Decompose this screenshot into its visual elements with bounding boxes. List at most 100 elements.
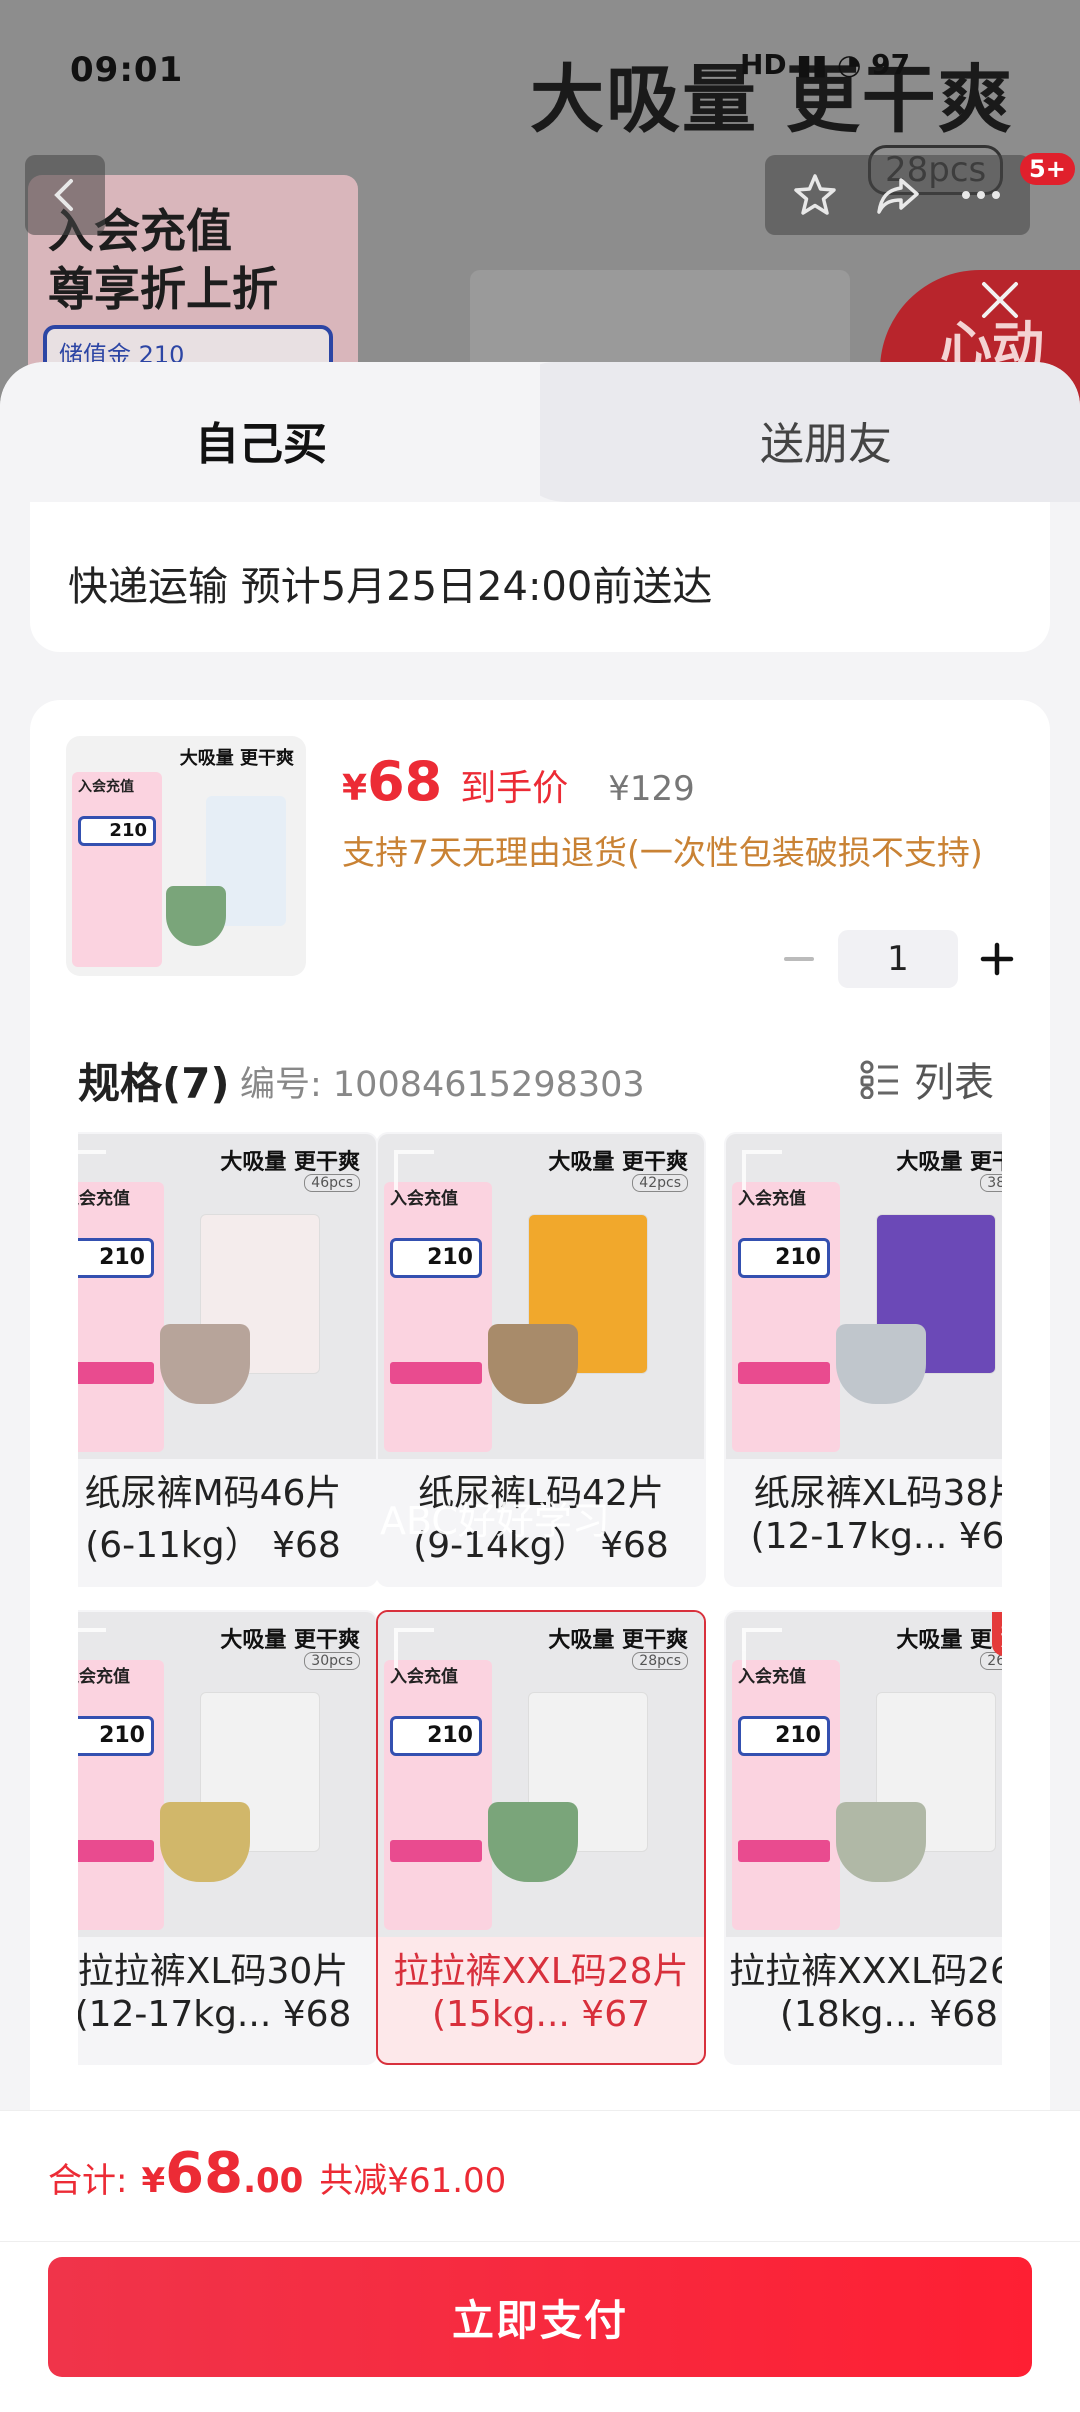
sku-diaper: [488, 1324, 578, 1404]
increase-button[interactable]: [968, 930, 1026, 988]
back-button[interactable]: [25, 155, 105, 235]
return-policy: 支持7天无理由退货(一次性包装破损不支持): [342, 833, 983, 872]
sku-headline: 大吸量 更干爽: [896, 1628, 1002, 1653]
delivery-text: 快递运输 预计5月25日24:00前送达: [68, 564, 713, 610]
sku-diaper: [160, 1802, 250, 1882]
sku-weight-price: (15kg... ¥67: [431, 1994, 651, 2035]
sku-promo-ribbon: [390, 1840, 482, 1862]
list-label: 列表: [914, 1060, 994, 1106]
sku-diaper: [836, 1802, 926, 1882]
sku-option[interactable]: 入会充值 210 大吸量 更干爽38pcs 纸尿裤XL码38片(12-17kg... …: [724, 1132, 1002, 1587]
price-tag: 到手价: [460, 768, 569, 809]
banner-line2: 尊享折上折: [48, 262, 278, 316]
sku-name: 拉拉裤XXL码28片: [393, 1951, 689, 1992]
sku-image: 入会充值 210 大吸量 更干爽 42pcs: [378, 1134, 704, 1459]
product-thumbnail[interactable]: 入会充值 210 大吸量 更干爽: [66, 736, 306, 976]
tab-gift-label[interactable]: 送朋友: [760, 408, 892, 472]
zoom-corner-icon[interactable]: [394, 1628, 434, 1668]
zoom-corner-icon[interactable]: [394, 1150, 434, 1190]
spec-title: 规格(7): [78, 1059, 230, 1108]
star-icon: [793, 174, 836, 215]
more-button[interactable]: [953, 167, 1009, 223]
thumb-headline: 大吸量 更干爽: [179, 748, 294, 769]
sku-weight-price: (18kg... ¥68: [779, 1994, 999, 2035]
sku-pcs: 42pcs: [632, 1174, 688, 1192]
total-savings: 共减¥61.00: [319, 2161, 507, 2201]
sku-image: 入会充值 210 大吸量 更干爽38pcs: [726, 1134, 1002, 1459]
sku-promo-text: 入会充值: [390, 1667, 458, 1687]
message-badge: 5+: [1020, 153, 1075, 185]
thumb-cup: [166, 886, 226, 946]
tab-self-label[interactable]: 自己买: [195, 408, 327, 472]
sku-image: 入会充值 210 大吸量 更干爽 28pcs: [378, 1612, 704, 1937]
favorite-button[interactable]: [787, 167, 843, 223]
share-icon: [876, 178, 919, 214]
sku-pcs: 28pcs: [632, 1652, 688, 1670]
sku-option[interactable]: 入会充值210大吸量 更干爽26pcs拉拉裤XXXL码26片(18kg... ¥…: [724, 1610, 1002, 2065]
sku-headline: 大吸量 更干爽: [220, 1150, 360, 1175]
zoom-corner-icon[interactable]: [78, 1628, 106, 1668]
price-value: 68: [367, 750, 443, 813]
sku-promo-art: 入会充值 210: [78, 1660, 164, 1930]
top-actions: [765, 155, 1030, 235]
sku-headline: 大吸量 更干爽: [220, 1628, 360, 1653]
original-price: ¥129: [608, 769, 695, 809]
sku-promo-ribbon: [78, 1840, 154, 1862]
sku-promo-art: 入会充值 210: [384, 1660, 492, 1930]
thumb-promo-art: 入会充值 210: [72, 772, 162, 967]
purchase-tabs: 自己买 送朋友: [0, 362, 1080, 502]
minus-icon: [784, 957, 814, 961]
sku-image: 入会充值 210 大吸量 更干爽30pcs: [78, 1612, 376, 1937]
quantity-input[interactable]: 1: [838, 930, 958, 988]
price-symbol: ¥: [342, 768, 368, 809]
total-row: 合计: ¥ 68 .00 共减¥61.00: [48, 2141, 506, 2206]
sku-headline: 大吸量 更干爽: [548, 1628, 688, 1653]
price-row: ¥ 68 到手价 ¥129: [342, 750, 695, 813]
close-button[interactable]: [970, 270, 1030, 330]
sku-option[interactable]: 入会充值 210 大吸量 更干爽30pcs 拉拉裤XL码30片(12-17kg... …: [78, 1610, 378, 2065]
sku-weight-price: (12-17kg... ¥68: [750, 1516, 1002, 1557]
list-view-toggle[interactable]: 列表: [860, 1050, 994, 1108]
plus-icon: [980, 942, 1014, 976]
sku-name: 拉拉裤XXXL码26片: [729, 1951, 1002, 1992]
sku-headline: 大吸量 更干爽: [548, 1150, 688, 1175]
sku-pcs: 30pcs: [304, 1652, 360, 1670]
zoom-corner-icon[interactable]: [78, 1150, 106, 1190]
quantity-stepper: 1: [770, 930, 1026, 988]
sku-promo-text: 入会充值: [78, 1189, 130, 1209]
sku-promo-art: 入会充值 210: [732, 1660, 840, 1930]
sku-promo-text: 入会充值: [738, 1189, 806, 1209]
close-icon: [982, 282, 1018, 318]
zoom-corner-icon[interactable]: [742, 1150, 782, 1190]
thumb-promo-amount: 210: [78, 816, 156, 846]
sku-name: 纸尿裤M码46片: [84, 1473, 342, 1514]
sku-promo-ribbon: [738, 1362, 830, 1384]
sku-pcs: 46pcs: [304, 1174, 360, 1192]
sku-diaper: [836, 1324, 926, 1404]
sku-pcs: 38pcs: [980, 1174, 1002, 1192]
share-button[interactable]: [870, 167, 926, 223]
sku-option[interactable]: 入会充值 210 大吸量 更干爽46pcs 纸尿裤M码46片 (6-11kg） ¥68: [78, 1132, 378, 1587]
spec-code: 编号: 10084615298303: [240, 1065, 645, 1105]
sku-promo-ribbon: [390, 1362, 482, 1384]
hot-badge: 热: [992, 1612, 1002, 1656]
sku-diaper: [488, 1802, 578, 1882]
status-time: 09:01: [70, 50, 184, 90]
more-icon: [961, 191, 1000, 199]
purchase-sheet: 自己买 送朋友 快递运输 预计5月25日24:00前送达 入会充值 210 大吸…: [0, 362, 1080, 2412]
zoom-corner-icon[interactable]: [742, 1628, 782, 1668]
sku-promo-art: 入会充值 210: [78, 1182, 164, 1452]
decrease-button[interactable]: [770, 930, 828, 988]
total-decimal: .00: [243, 2161, 304, 2201]
status-icons: HD ▮▮ ◔ 97: [740, 48, 911, 81]
thumb-promo-text: 入会充值: [78, 779, 134, 795]
sku-option[interactable]: 入会充值 210 大吸量 更干爽 28pcs 拉拉裤XXL码28片 (15kg... ¥6…: [376, 1610, 706, 2065]
watermark: ABC好好学习: [380, 1499, 610, 1543]
sku-grid: 入会充值210大吸量 更干爽46pcs纸尿裤M码46片(6-11kg） ¥68入…: [78, 1132, 1002, 2092]
pay-now-button[interactable]: 立即支付: [48, 2257, 1032, 2377]
sku-promo-art: 入会充值 210: [732, 1182, 840, 1452]
sku-promo-text: 入会充值: [78, 1667, 130, 1687]
footer-divider: [0, 2241, 1080, 2242]
sku-promo-amount: 210: [390, 1238, 482, 1278]
sku-promo-art: 入会充值 210: [384, 1182, 492, 1452]
